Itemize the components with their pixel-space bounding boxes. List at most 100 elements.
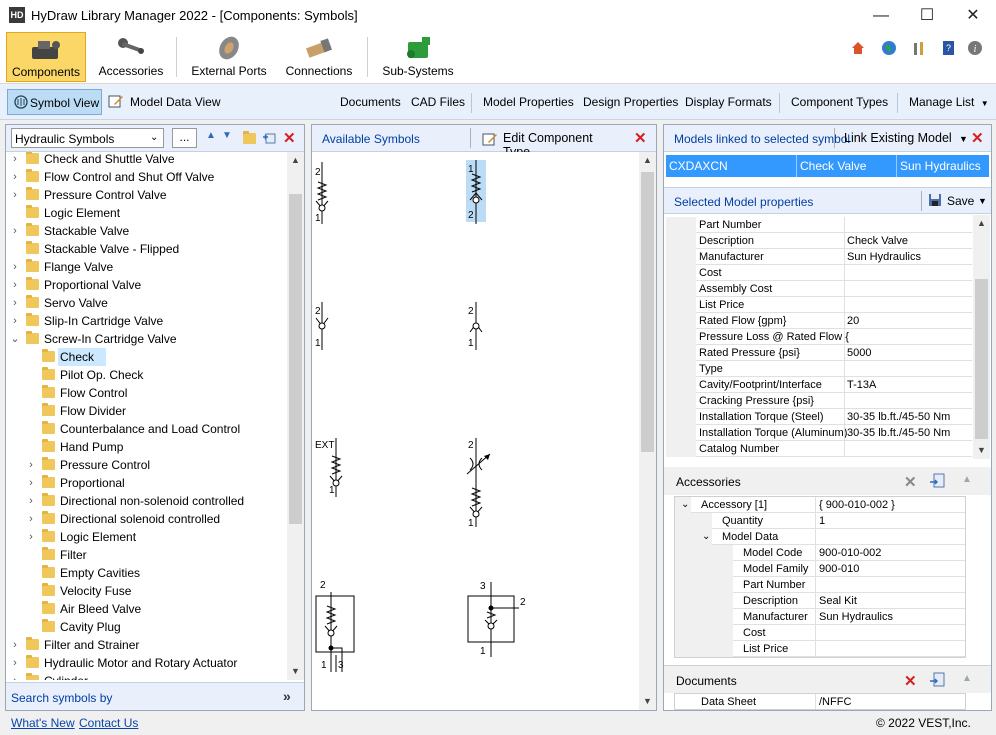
collapse-up-icon[interactable]: ▲: [962, 673, 972, 684]
property-row[interactable]: Manufacturer Sun Hydraulics: [666, 249, 972, 265]
expanded-chevron-icon[interactable]: ⌄: [681, 497, 689, 513]
collapsed-chevron-icon[interactable]: ›: [10, 312, 20, 330]
move-up-icon[interactable]: ▲: [206, 130, 216, 141]
home-icon[interactable]: [850, 40, 866, 56]
symbol-check-spring-1[interactable]: 2 1: [315, 162, 329, 224]
component-types-button[interactable]: Component Types: [791, 95, 888, 109]
collapsed-chevron-icon[interactable]: ›: [26, 456, 36, 474]
link-existing-model-button[interactable]: Link Existing Model ▼: [844, 131, 968, 145]
tree-item[interactable]: Hand Pump: [6, 438, 288, 456]
delete-icon[interactable]: ✕: [634, 129, 647, 147]
tree-item[interactable]: › Check and Shuttle Valve: [6, 152, 288, 168]
symbol-library-select[interactable]: Hydraulic Symbols ⌄: [11, 128, 164, 148]
tree-item[interactable]: › Servo Valve: [6, 294, 288, 312]
tree-item[interactable]: › Pressure Control: [6, 456, 288, 474]
delete-document-icon[interactable]: ✕: [904, 672, 917, 690]
collapsed-chevron-icon[interactable]: ›: [26, 510, 36, 528]
property-row[interactable]: Assembly Cost: [666, 281, 972, 297]
accessory-row[interactable]: ⌄ Model Data: [675, 529, 965, 545]
maximize-button[interactable]: ☐: [904, 0, 950, 31]
collapsed-chevron-icon[interactable]: ›: [10, 276, 20, 294]
scroll-up-icon[interactable]: ▲: [977, 218, 986, 228]
scroll-up-icon[interactable]: ▲: [643, 155, 652, 165]
accessory-row[interactable]: Quantity 1: [675, 513, 965, 529]
symbol-view-button[interactable]: Symbol View: [7, 89, 102, 115]
connections-button[interactable]: Connections: [280, 32, 358, 82]
property-row[interactable]: Pressure Loss @ Rated Flow {: [666, 329, 972, 345]
property-row[interactable]: Installation Torque (Steel) 30-35 lb.ft./…: [666, 409, 972, 425]
property-row[interactable]: Cracking Pressure {psi}: [666, 393, 972, 409]
tree-item[interactable]: › Flange Valve: [6, 258, 288, 276]
tree-item[interactable]: › Hydraulic Motor and Rotary Actuator: [6, 654, 288, 672]
tree-item[interactable]: › Pressure Control Valve: [6, 186, 288, 204]
sub-systems-button[interactable]: Sub-Systems: [378, 32, 458, 82]
property-row[interactable]: List Price: [666, 297, 972, 313]
add-symbol-icon[interactable]: [262, 131, 276, 145]
symbol-check-ext-5[interactable]: EXT 1: [315, 438, 343, 497]
tree-item[interactable]: Flow Divider: [6, 402, 288, 420]
design-properties-button[interactable]: Design Properties: [583, 95, 678, 109]
property-row[interactable]: Catalog Number: [666, 441, 972, 457]
external-ports-button[interactable]: External Ports: [186, 32, 272, 82]
property-row[interactable]: Cost: [666, 265, 972, 281]
tree-item[interactable]: › Proportional Valve: [6, 276, 288, 294]
property-row[interactable]: Description Check Valve: [666, 233, 972, 249]
scroll-thumb[interactable]: [289, 194, 302, 524]
save-button[interactable]: Save ▼: [928, 191, 990, 211]
tree-item[interactable]: Empty Cavities: [6, 564, 288, 582]
tree-item[interactable]: › Stackable Valve: [6, 222, 288, 240]
expand-down-icon[interactable]: »: [283, 688, 291, 704]
accessory-row[interactable]: Model Family 900-010: [675, 561, 965, 577]
accessory-row[interactable]: Part Number: [675, 577, 965, 593]
tree-item[interactable]: › Filter and Strainer: [6, 636, 288, 654]
scroll-thumb[interactable]: [641, 172, 654, 452]
collapsed-chevron-icon[interactable]: ›: [10, 222, 20, 240]
accessory-row[interactable]: Manufacturer Sun Hydraulics: [675, 609, 965, 625]
browse-button[interactable]: ...: [172, 128, 197, 148]
document-row[interactable]: Data Sheet /NFFC: [675, 694, 965, 709]
accessories-button[interactable]: Accessories: [95, 32, 167, 82]
tools-icon[interactable]: [911, 40, 927, 56]
collapsed-chevron-icon[interactable]: ›: [10, 152, 20, 168]
property-row[interactable]: Rated Pressure {psi} 5000: [666, 345, 972, 361]
tree-item[interactable]: Counterbalance and Load Control: [6, 420, 288, 438]
scroll-thumb[interactable]: [975, 279, 988, 439]
property-row[interactable]: Type: [666, 361, 972, 377]
tree-item[interactable]: › Directional solenoid controlled: [6, 510, 288, 528]
new-folder-icon[interactable]: [243, 131, 256, 144]
tree-item[interactable]: ⌄ Screw-In Cartridge Valve: [6, 330, 288, 348]
scroll-down-icon[interactable]: ▼: [291, 666, 300, 676]
search-symbols-bar[interactable]: Search symbols by »: [6, 682, 304, 710]
symbol-check-4[interactable]: 2 1: [468, 302, 483, 350]
symbol-check-spring-2[interactable]: 1 2: [466, 160, 486, 224]
delete-icon[interactable]: ✕: [971, 129, 984, 147]
symbol-check-box-8[interactable]: 3 2 1: [467, 581, 526, 657]
collapsed-chevron-icon[interactable]: ›: [10, 294, 20, 312]
documents-button[interactable]: Documents: [340, 95, 401, 109]
scroll-up-icon[interactable]: ▲: [291, 155, 300, 165]
property-row[interactable]: Rated Flow {gpm} 20: [666, 313, 972, 329]
props-scrollbar[interactable]: ▲ ▼: [973, 215, 990, 459]
display-formats-button[interactable]: Display Formats: [685, 95, 772, 109]
tree-item[interactable]: Stackable Valve - Flipped: [6, 240, 288, 258]
remove-accessory-icon[interactable]: ✕: [904, 473, 917, 491]
tree-item[interactable]: › Logic Element: [6, 528, 288, 546]
collapsed-chevron-icon[interactable]: ›: [26, 474, 36, 492]
tree-item[interactable]: Velocity Fuse: [6, 582, 288, 600]
expanded-chevron-icon[interactable]: ⌄: [702, 529, 710, 545]
help-book-icon[interactable]: ?: [940, 40, 956, 56]
linked-model-row[interactable]: CXDAXCN Check Valve Sun Hydraulics: [666, 155, 989, 177]
add-document-icon[interactable]: [929, 672, 945, 688]
tree-item[interactable]: Cavity Plug: [6, 618, 288, 636]
whats-new-link[interactable]: What's New: [11, 716, 75, 730]
accessory-row[interactable]: Model Code 900-010-002: [675, 545, 965, 561]
collapsed-chevron-icon[interactable]: ›: [10, 654, 20, 672]
manage-list-button[interactable]: Manage List ▼: [909, 95, 989, 109]
cad-files-button[interactable]: CAD Files: [411, 95, 465, 109]
tree-item[interactable]: › Flow Control and Shut Off Valve: [6, 168, 288, 186]
accessory-row[interactable]: Cost: [675, 625, 965, 641]
collapsed-chevron-icon[interactable]: ›: [10, 258, 20, 276]
globe-icon[interactable]: [881, 40, 897, 56]
minimize-button[interactable]: —: [858, 0, 904, 31]
expanded-chevron-icon[interactable]: ⌄: [10, 330, 20, 348]
